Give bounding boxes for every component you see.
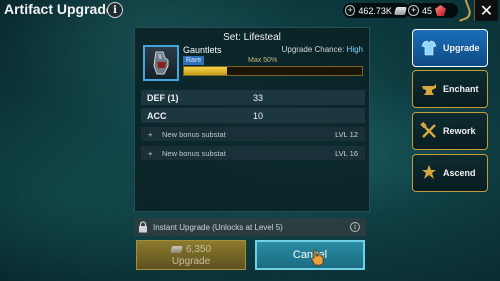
plus-icon: + <box>148 148 153 158</box>
upgrade-progress-fill <box>184 67 227 75</box>
close-button[interactable]: ✕ <box>474 0 498 21</box>
top-bar: Artifact Upgrade i + 462.73K + 45 ✕ <box>0 0 500 22</box>
anvil-icon <box>419 79 439 99</box>
add-gems-icon[interactable]: + <box>408 5 419 16</box>
upgrade-cost: 6,350 <box>137 244 245 255</box>
tab-label: Rework <box>443 126 476 136</box>
artifact-name: Gauntlets <box>183 45 222 55</box>
tab-ascend[interactable]: Ascend <box>412 154 488 192</box>
bonus-substat-row: + New bonus substat LVL 16 <box>141 146 365 160</box>
ascend-icon <box>419 163 439 183</box>
info-button[interactable]: i <box>107 2 123 18</box>
upgrade-progress-bar <box>183 66 363 76</box>
max-chance-label: Max 50% <box>248 57 278 64</box>
upgrade-cost-value: 6,350 <box>185 244 212 255</box>
bonus-substat-row: + New bonus substat LVL 12 <box>141 127 365 141</box>
upgrade-chance-label: Upgrade Chance: <box>281 45 345 54</box>
upgrade-button[interactable]: 6,350 Upgrade <box>136 240 246 270</box>
stat-row-def: DEF (1) 33 <box>141 90 365 105</box>
tab-rework[interactable]: Rework <box>412 112 488 150</box>
stat-value: 10 <box>253 110 264 121</box>
gems-counter[interactable]: + 45 <box>406 3 458 18</box>
plus-icon: + <box>148 129 153 139</box>
stat-value: 33 <box>253 92 264 103</box>
rarity-badge: Rare <box>183 56 205 65</box>
bonus-substat-level: LVL 16 <box>335 148 358 158</box>
hand-cursor-icon <box>311 249 324 266</box>
stat-name: ACC <box>147 110 167 121</box>
page-title: Artifact Upgrade <box>4 1 114 17</box>
silver-amount: 462.73K <box>358 5 392 16</box>
instant-upgrade-text: Instant Upgrade (Unlocks at Level 5) <box>153 222 283 232</box>
set-title: Set: Lifesteal <box>223 32 281 43</box>
armor-icon <box>419 38 439 58</box>
add-silver-icon[interactable]: + <box>345 5 356 16</box>
hammer-wrench-icon <box>419 121 439 141</box>
gauntlets-icon[interactable] <box>143 45 179 81</box>
artifact-summary: Gauntlets Rare Upgrade Chance: High Max … <box>141 44 365 88</box>
instant-upgrade-bar[interactable]: Instant Upgrade (Unlocks at Level 5) i <box>134 218 366 236</box>
instant-info-icon[interactable]: i <box>350 222 360 232</box>
artifact-panel: Set: Lifesteal Gauntlets Rare Upgrade Ch… <box>134 27 370 212</box>
tab-upgrade[interactable]: Upgrade <box>412 29 488 67</box>
stat-name: DEF (1) <box>147 92 179 103</box>
gems-amount: 45 <box>422 5 433 16</box>
bonus-substat-text: New bonus substat <box>162 129 226 139</box>
tab-enchant[interactable]: Enchant <box>412 70 488 108</box>
tab-label: Upgrade <box>443 43 480 53</box>
upgrade-chance: Upgrade Chance: High <box>282 45 363 54</box>
silver-icon <box>170 246 183 253</box>
bonus-substat-text: New bonus substat <box>162 148 226 158</box>
silver-counter[interactable]: + 462.73K <box>343 3 410 18</box>
stat-row-acc: ACC 10 <box>141 108 365 123</box>
upgrade-chance-value: High <box>346 45 363 54</box>
bonus-substat-level: LVL 12 <box>335 129 358 139</box>
tab-label: Enchant <box>443 84 479 94</box>
lock-icon <box>139 221 147 233</box>
gem-icon <box>435 5 447 16</box>
tab-label: Ascend <box>443 168 476 178</box>
hook-decoration-icon <box>453 0 473 22</box>
upgrade-button-label: Upgrade <box>171 256 211 267</box>
